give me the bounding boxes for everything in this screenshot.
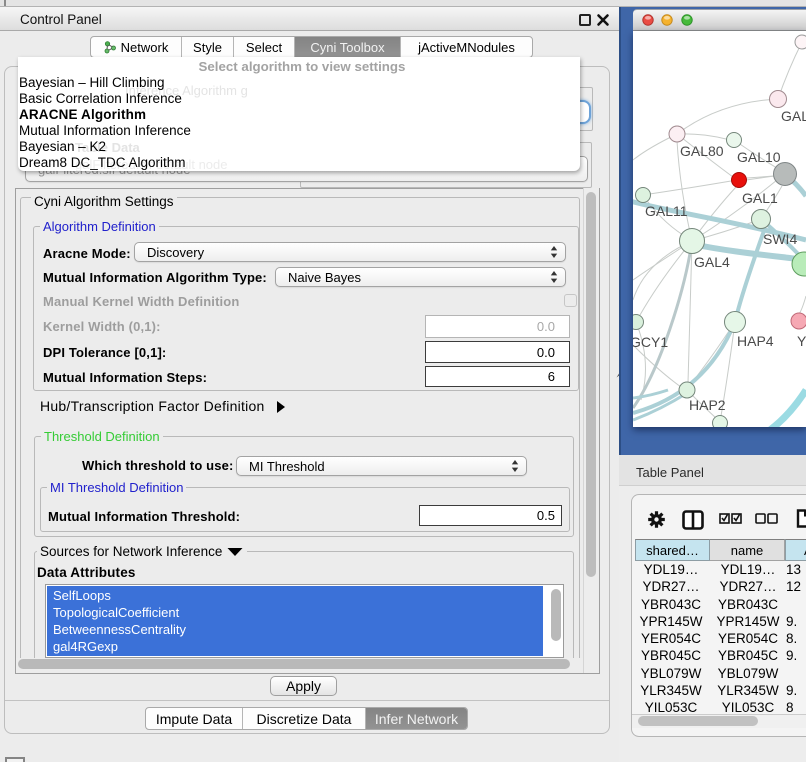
svg-text:HAP4: HAP4	[737, 333, 774, 349]
svg-text:GAL10: GAL10	[737, 149, 781, 165]
svg-text:GAL2: GAL2	[781, 108, 806, 124]
svg-text:HAP2: HAP2	[689, 397, 726, 413]
svg-text:GAL1: GAL1	[742, 190, 778, 206]
svg-text:Y: Y	[797, 333, 806, 349]
svg-text:GAL80: GAL80	[680, 143, 724, 159]
svg-text:GAL4: GAL4	[694, 254, 730, 270]
svg-text:GAL11: GAL11	[645, 203, 688, 219]
svg-text:SWI4: SWI4	[763, 231, 797, 247]
svg-text:GCY1: GCY1	[633, 334, 668, 350]
